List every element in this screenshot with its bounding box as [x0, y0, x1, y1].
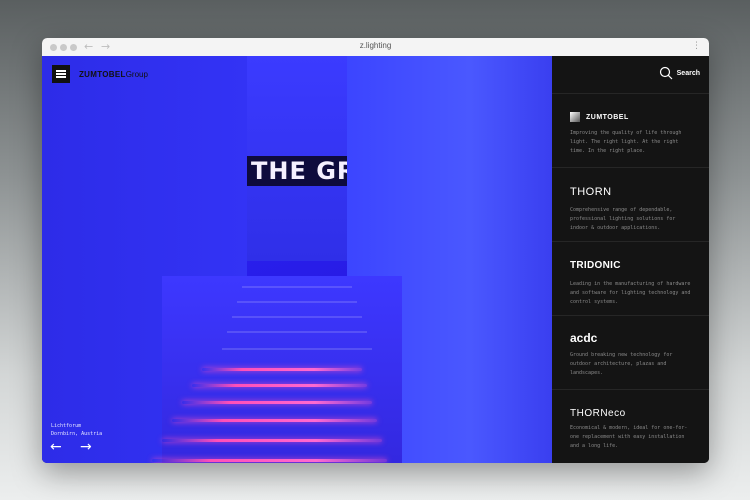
logo-main: ZUMTOBEL: [79, 70, 126, 79]
search-button[interactable]: Search: [659, 66, 700, 80]
menu-icon-bar: [56, 70, 66, 72]
browser-menu-button[interactable]: ⋮: [692, 41, 701, 51]
logo-sub: Group: [125, 70, 148, 79]
zumtobel-mark-icon: [570, 112, 580, 122]
search-label: Search: [676, 69, 700, 77]
brand-description: Economical & modern, ideal for one-for-o…: [570, 425, 688, 449]
brand-card-acdc[interactable]: acdc Ground breaking new technology for …: [552, 315, 709, 390]
brand-card-zumtobel[interactable]: ZUMTOBEL Improving the quality of life t…: [552, 93, 709, 168]
brand-description: Comprehensive range of dependable, profe…: [570, 207, 676, 231]
hero-image: THE GRO ZUMTOBELGroup Lichtforum Dornbir…: [42, 56, 552, 463]
site-logo[interactable]: ZUMTOBELGroup: [79, 70, 148, 79]
slider-controls: ← →: [50, 439, 110, 455]
brand-name: THORN: [570, 186, 612, 198]
menu-button[interactable]: [52, 65, 70, 83]
brand-card-thorn[interactable]: THORN Comprehensive range of dependable,…: [552, 167, 709, 242]
brand-card-tridonic[interactable]: TRIDONIC Leading in the manufacturing of…: [552, 241, 709, 316]
caption-location: Dornbirn, Austria: [51, 431, 103, 437]
brand-name: ZUMTOBEL: [586, 113, 629, 121]
brand-name: acdc: [570, 331, 598, 345]
stair-step: [222, 348, 372, 350]
menu-icon-bar: [56, 76, 66, 78]
stair-light: [152, 459, 387, 462]
brand-description: Ground breaking new technology for outdo…: [570, 352, 673, 376]
brand-card-thorneco[interactable]: THORNeco Economical & modern, ideal for …: [552, 389, 709, 463]
browser-titlebar: ← → z.lighting ⋮: [42, 38, 709, 57]
stair-light: [182, 401, 372, 404]
zumtobel-logo: ZUMTOBEL: [570, 112, 629, 122]
stair-step: [227, 331, 367, 333]
caption-title: Lichtforum: [51, 423, 82, 429]
hero-sign: THE GRO: [247, 156, 347, 186]
hero-stairs: [152, 276, 402, 463]
brand-name: TRIDONIC: [570, 260, 621, 271]
brand-description: Improving the quality of life through li…: [570, 130, 682, 154]
prev-slide-button[interactable]: ←: [50, 439, 80, 455]
search-icon: [659, 66, 673, 80]
brand-description: Leading in the manufacturing of hardware…: [570, 281, 691, 305]
stair-step: [242, 286, 352, 288]
stair-light: [172, 419, 377, 422]
stair-step: [237, 301, 357, 303]
brand-name: THORNeco: [570, 408, 626, 419]
stair-light: [162, 439, 382, 442]
next-slide-button[interactable]: →: [80, 439, 110, 455]
image-caption: Lichtforum Dornbirn, Austria: [51, 422, 102, 438]
brand-sidebar: Search ZUMTOBEL Improving the quality of…: [552, 56, 709, 463]
stair-light: [192, 384, 367, 387]
menu-icon-bar: [56, 73, 66, 75]
address-bar[interactable]: z.lighting: [42, 41, 709, 50]
stair-light: [202, 368, 362, 371]
stair-step: [232, 316, 362, 318]
browser-window: ← → z.lighting ⋮ THE GRO ZUMTOBELGroup: [42, 38, 709, 463]
